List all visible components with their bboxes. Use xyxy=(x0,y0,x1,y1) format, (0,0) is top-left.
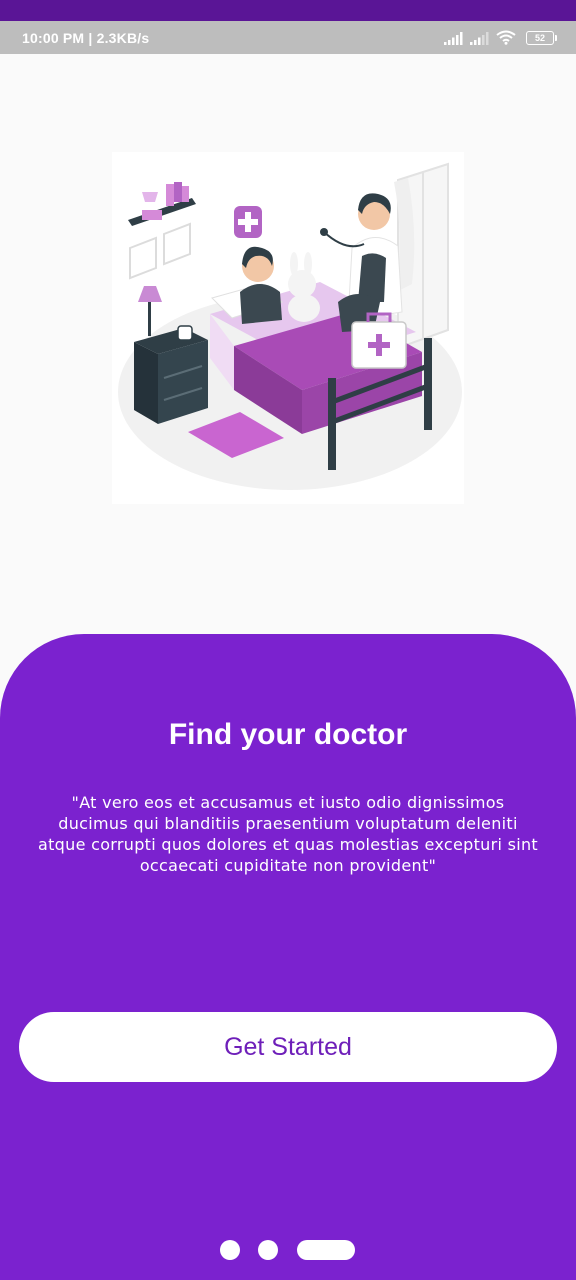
battery-icon: 52 xyxy=(526,30,557,45)
page-dot-2[interactable] xyxy=(258,1240,278,1260)
cellular-signal-icon xyxy=(444,31,464,45)
page-title: Find your doctor xyxy=(168,718,408,751)
wifi-icon xyxy=(496,30,516,45)
cellular-signal-icon xyxy=(470,31,490,45)
doctor-visiting-child-illustration xyxy=(112,152,464,504)
page-dot-active[interactable] xyxy=(297,1240,355,1260)
get-started-button[interactable]: Get Started xyxy=(19,1012,557,1082)
status-time-speed: 10:00 PM | 2.3KB/s xyxy=(22,29,150,46)
page-description: "At vero eos et accusamus et iusto odio … xyxy=(38,793,538,875)
status-icons: 52 xyxy=(444,30,557,45)
page-indicator xyxy=(0,1240,576,1260)
page-dot-1[interactable] xyxy=(220,1240,240,1260)
top-status-band xyxy=(0,0,576,21)
status-bar: 10:00 PM | 2.3KB/s 52 xyxy=(0,21,576,54)
